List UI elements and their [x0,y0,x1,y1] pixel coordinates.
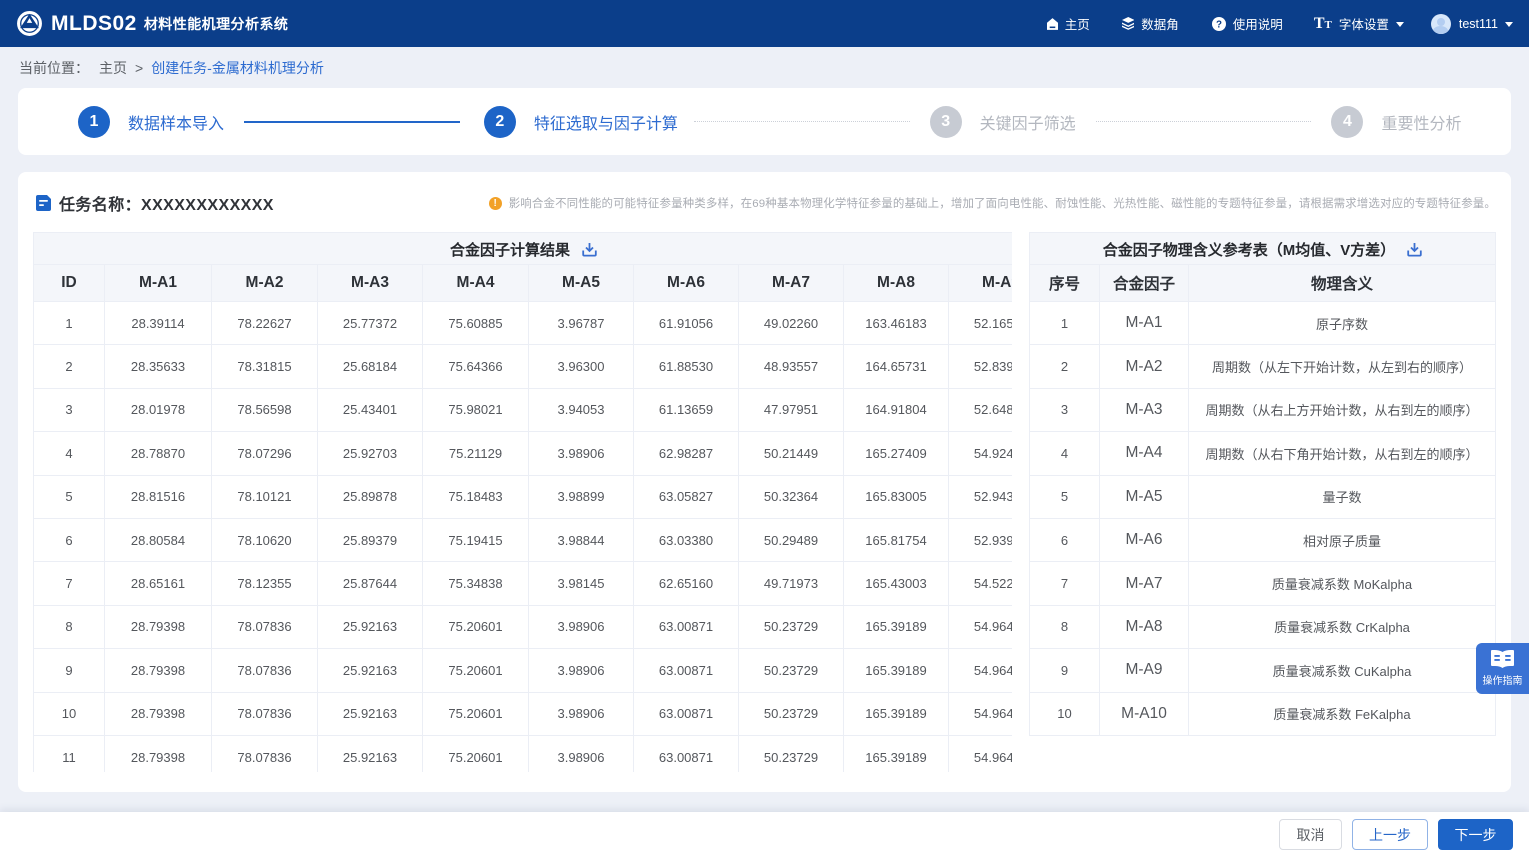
svg-text:?: ? [1216,19,1222,30]
